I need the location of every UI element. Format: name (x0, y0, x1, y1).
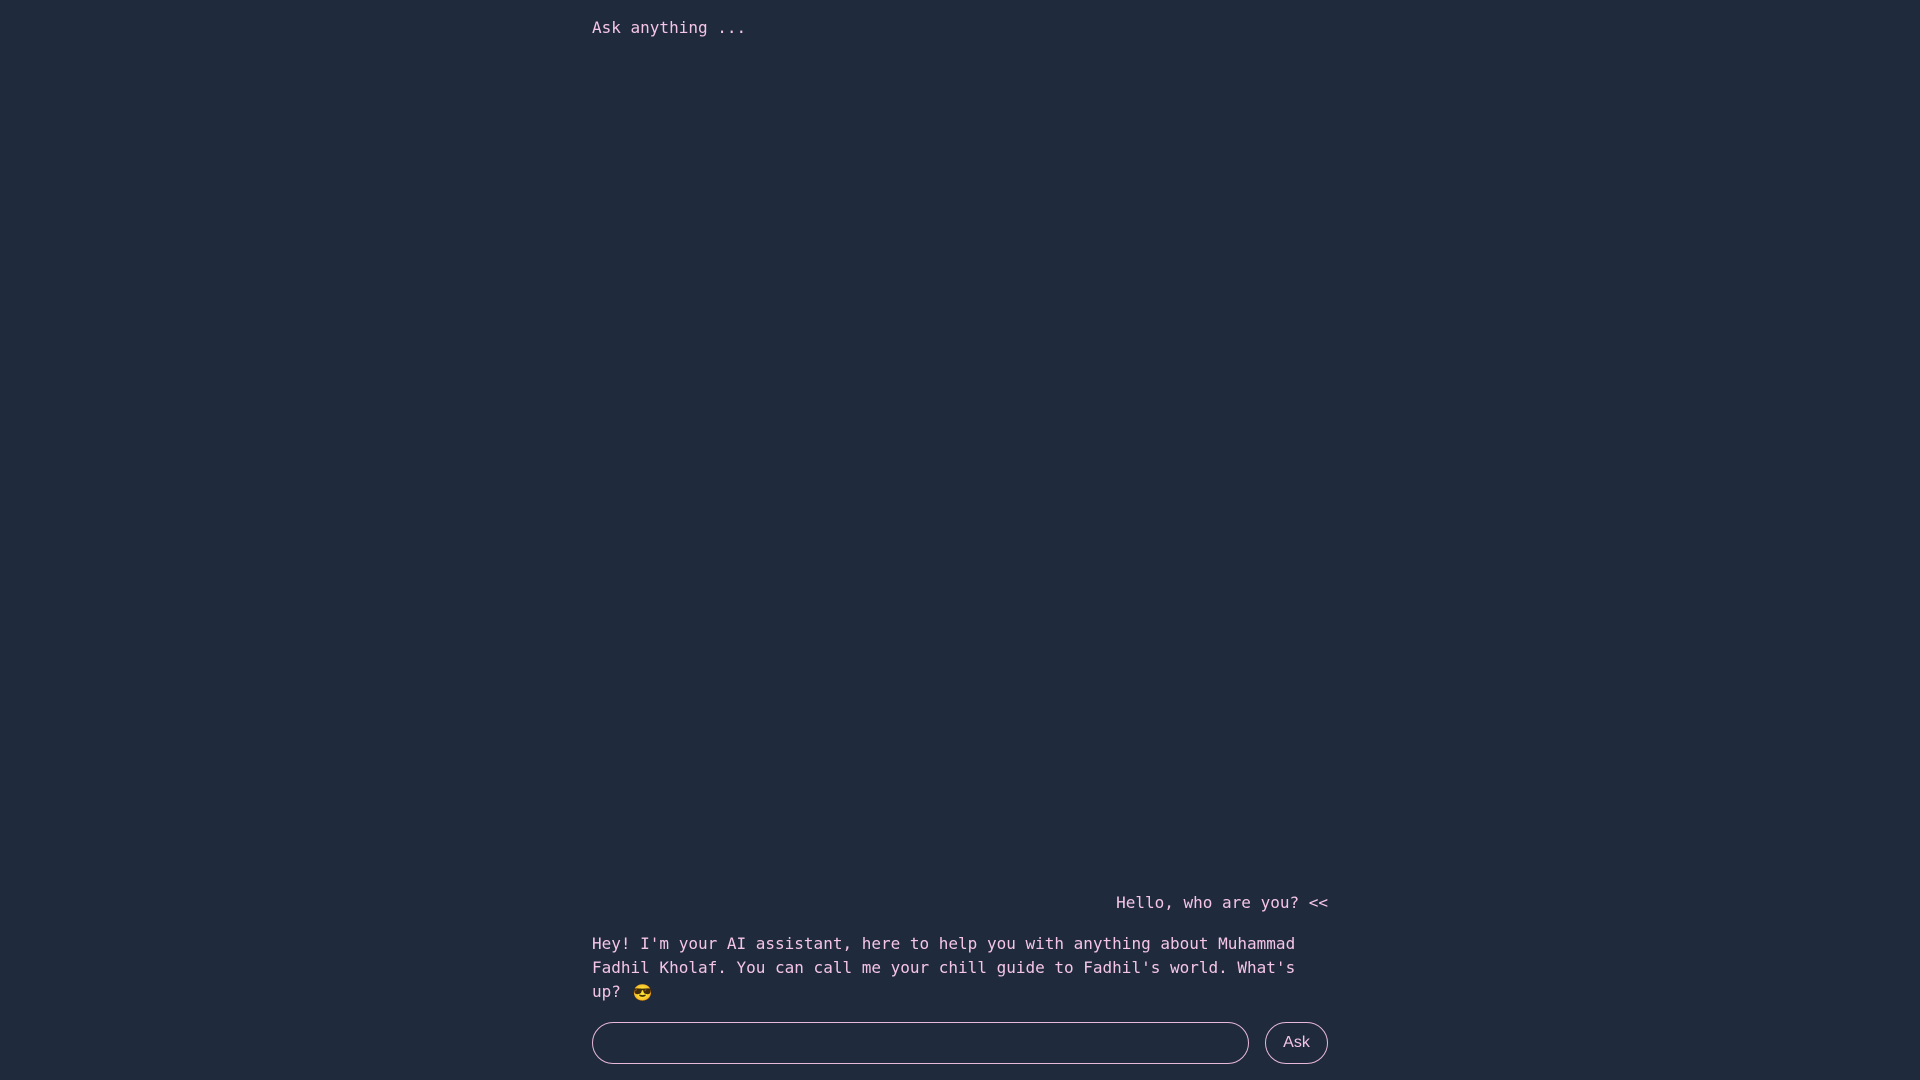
chat-container: Ask anything ... Hello, who are you? << … (592, 0, 1328, 1080)
ask-button[interactable]: Ask (1265, 1022, 1328, 1064)
sunglasses-emoji-icon: 😎 (632, 983, 653, 1002)
composer: Ask (592, 1022, 1328, 1064)
ask-input[interactable] (592, 1022, 1249, 1064)
user-message: Hello, who are you? << (1116, 893, 1328, 912)
assistant-message: Hey! I'm your AI assistant, here to help… (592, 932, 1328, 1005)
page-title: Ask anything ... (592, 18, 747, 37)
assistant-message-text: Hey! I'm your AI assistant, here to help… (592, 934, 1296, 1001)
chat-log: Hello, who are you? << Hey! I'm your AI … (592, 892, 1328, 1005)
chat-page: Ask anything ... Hello, who are you? << … (0, 0, 1920, 1080)
